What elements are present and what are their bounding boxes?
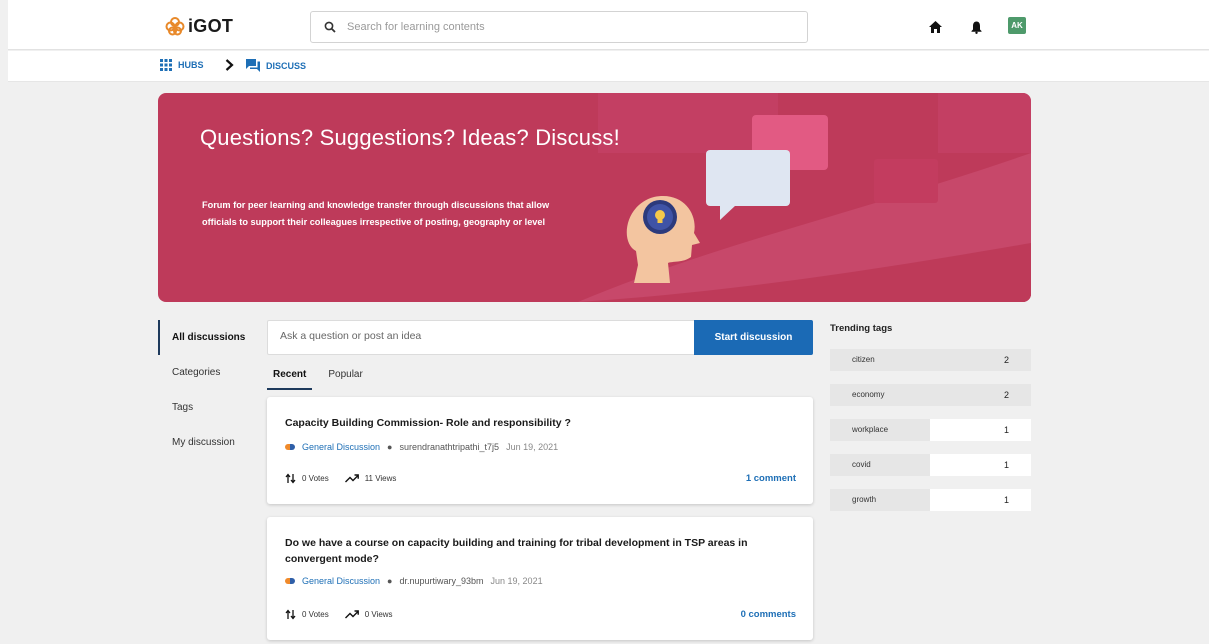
breadcrumb-hubs-label: HUBS — [178, 60, 204, 70]
sidebar-item-my-discussion[interactable]: My discussion — [158, 425, 248, 460]
views-stat: 0 Views — [344, 610, 393, 619]
ask-question-input[interactable] — [280, 330, 680, 342]
tag-name: workplace — [830, 419, 930, 441]
votes-arrows-icon — [285, 473, 296, 484]
tag-name: growth — [830, 489, 930, 511]
home-icon[interactable] — [928, 20, 942, 34]
tag-count: 1 — [1003, 495, 1009, 505]
discussion-stats: 0 Votes 0 Views — [285, 609, 409, 620]
breadcrumb-discuss[interactable]: DISCUSS — [246, 59, 306, 72]
views-count: 11 Views — [364, 474, 397, 483]
start-discussion-button[interactable]: Start discussion — [694, 320, 813, 355]
hero-description: Forum for peer learning and knowledge tr… — [202, 200, 550, 227]
trending-tags-heading: Trending tags — [830, 323, 893, 334]
comments-link[interactable]: 0 comments — [741, 609, 796, 620]
discuss-hero-banner: Questions? Suggestions? Ideas? Discuss! … — [158, 93, 1031, 302]
tag-name: covid — [830, 454, 930, 476]
chevron-right-icon — [225, 58, 234, 76]
logo-flower-icon — [165, 17, 185, 36]
discussion-card[interactable]: Capacity Building Commission- Role and r… — [267, 397, 813, 504]
search-box[interactable] — [310, 11, 808, 43]
igot-logo[interactable]: iGOT — [165, 15, 233, 37]
discussion-author[interactable]: dr.nupurtiwary_93bm — [399, 576, 483, 586]
category-icon — [285, 444, 295, 450]
discussion-sidebar: All discussions Categories Tags My discu… — [158, 320, 248, 460]
discussion-date: Jun 19, 2021 — [506, 442, 559, 452]
breadcrumb-hubs[interactable]: HUBS — [160, 59, 204, 71]
discussion-meta: General Discussion ● surendranathtripath… — [285, 442, 558, 452]
forum-icon — [246, 59, 260, 72]
discussion-category[interactable]: General Discussion — [302, 576, 380, 586]
votes-count: 0 Votes — [302, 610, 329, 619]
votes-stat[interactable]: 0 Votes — [285, 609, 329, 620]
comments-link[interactable]: 1 comment — [746, 473, 796, 484]
tag-count: 1 — [1003, 425, 1009, 435]
tag-name: citizen — [830, 349, 1031, 371]
sidebar-item-categories[interactable]: Categories — [158, 355, 248, 390]
tab-recent[interactable]: Recent — [267, 364, 313, 390]
trending-tag-item[interactable]: growth 1 — [830, 489, 1031, 511]
sidebar-item-all-discussions[interactable]: All discussions — [158, 320, 248, 355]
user-avatar[interactable]: AK — [1008, 17, 1026, 34]
breadcrumb: HUBS DISCUSS — [8, 51, 1209, 82]
chat-bubble-icon — [706, 150, 790, 220]
votes-arrows-icon — [285, 609, 296, 620]
bullet-separator-icon: ● — [387, 576, 393, 586]
discussion-title[interactable]: Do we have a course on capacity building… — [285, 535, 775, 567]
discussion-title[interactable]: Capacity Building Commission- Role and r… — [285, 415, 775, 431]
tab-popular[interactable]: Popular — [322, 364, 368, 390]
tag-count: 2 — [1003, 355, 1009, 365]
hero-title: Questions? Suggestions? Ideas? Discuss! — [200, 125, 620, 150]
votes-count: 0 Votes — [302, 474, 329, 483]
discussion-stats: 0 Votes 11 Views — [285, 473, 412, 484]
discussion-author[interactable]: surendranathtripathi_t7j5 — [399, 442, 499, 452]
discussion-date: Jun 19, 2021 — [490, 576, 543, 586]
trending-up-icon — [344, 474, 359, 483]
votes-stat[interactable]: 0 Votes — [285, 473, 329, 484]
views-stat: 11 Views — [344, 474, 397, 483]
top-navigation-bar: iGOT AK — [8, 0, 1209, 50]
sidebar-item-tags[interactable]: Tags — [158, 390, 248, 425]
trending-tag-item[interactable]: economy 2 — [830, 384, 1031, 406]
discussion-meta: General Discussion ● dr.nupurtiwary_93bm… — [285, 576, 543, 586]
tag-count: 1 — [1003, 460, 1009, 470]
views-count: 0 Views — [364, 610, 393, 619]
bullet-separator-icon: ● — [387, 442, 393, 452]
search-input[interactable] — [347, 21, 767, 33]
apps-grid-icon — [160, 59, 172, 71]
discussion-category[interactable]: General Discussion — [302, 442, 380, 452]
breadcrumb-discuss-label: DISCUSS — [266, 60, 307, 71]
tag-name: economy — [830, 384, 1031, 406]
trending-tag-item[interactable]: covid 1 — [830, 454, 1031, 476]
notification-bell-icon[interactable] — [969, 20, 983, 34]
category-icon — [285, 578, 295, 584]
logo-text: iGOT — [188, 15, 234, 36]
discussion-tabs: Recent Popular — [267, 364, 369, 390]
discussion-card[interactable]: Do we have a course on capacity building… — [267, 517, 813, 640]
ask-question-box: Start discussion — [267, 320, 813, 355]
tag-count: 2 — [1003, 390, 1009, 400]
trending-tag-item[interactable]: workplace 1 — [830, 419, 1031, 441]
search-icon — [324, 21, 336, 33]
trending-tag-item[interactable]: citizen 2 — [830, 349, 1031, 371]
trending-up-icon — [344, 610, 359, 619]
